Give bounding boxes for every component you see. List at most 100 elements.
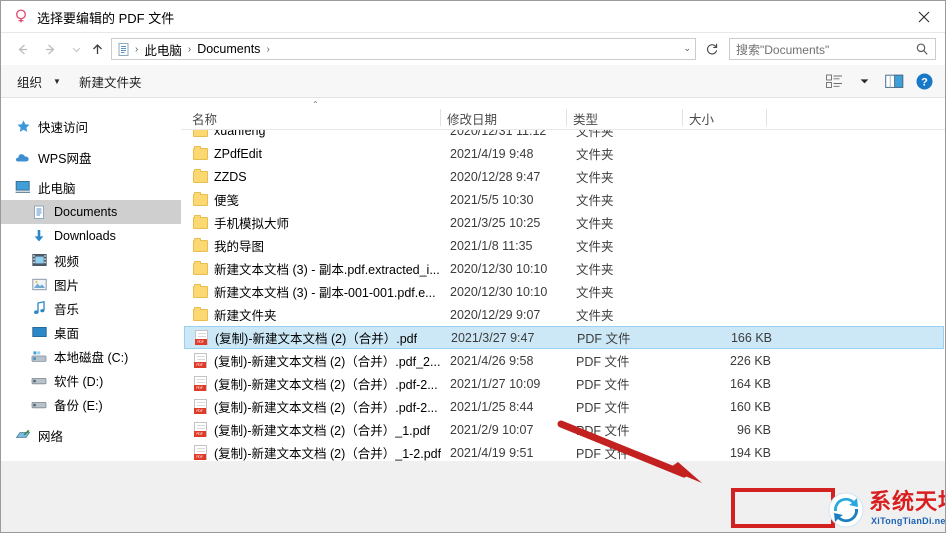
table-row[interactable]: 新建文件夹 2020/12/29 9:07 文件夹 bbox=[184, 303, 944, 326]
search-input[interactable]: 搜索"Documents" bbox=[729, 38, 936, 60]
table-row[interactable]: 手机模拟大师 2021/3/25 10:25 文件夹 bbox=[184, 211, 944, 234]
cell-type: PDF 文件 bbox=[576, 447, 630, 461]
table-row[interactable]: (复制)-新建文本文档 (2)（合并）.pdf-2... 2021/1/25 8:… bbox=[184, 395, 944, 418]
address-dropdown-icon[interactable]: ⌄ bbox=[683, 43, 691, 54]
monitor-icon bbox=[15, 179, 31, 195]
sidebar-item-network[interactable]: 网络 bbox=[1, 423, 181, 447]
column-header-name[interactable]: 名称 bbox=[192, 107, 217, 129]
table-row[interactable]: 我的导图 2021/1/8 11:35 文件夹 bbox=[184, 234, 944, 257]
pdf-icon bbox=[192, 399, 208, 415]
close-icon[interactable] bbox=[901, 1, 945, 32]
organize-button[interactable]: 组织 bbox=[17, 72, 42, 91]
table-row[interactable]: (复制)-新建文本文档 (2)（合并）.pdf-2... 2021/1/27 10… bbox=[184, 372, 944, 395]
cell-date: 2021/4/19 9:51 bbox=[450, 445, 534, 460]
view-options-icon[interactable] bbox=[819, 65, 849, 97]
sidebar-item-label: 视频 bbox=[54, 254, 80, 269]
cell-type: 文件夹 bbox=[576, 148, 614, 162]
forward-icon[interactable] bbox=[41, 40, 60, 59]
music-icon bbox=[31, 300, 47, 316]
table-row[interactable]: 新建文本文档 (3) - 副本.pdf.extracted_i... 2020/1… bbox=[184, 257, 944, 280]
address-bar[interactable]: › 此电脑 › Documents › ⌄ bbox=[111, 38, 696, 60]
folder-icon bbox=[192, 191, 208, 208]
column-headers: ⌃ 名称 修改日期 类型 大小 bbox=[181, 100, 945, 129]
cell-type: 文件夹 bbox=[576, 240, 614, 254]
video-icon bbox=[31, 252, 47, 268]
sidebar-item-videos[interactable]: 视频 bbox=[1, 248, 181, 272]
sidebar-item-label: 桌面 bbox=[54, 326, 80, 341]
view-options-caret-icon[interactable] bbox=[849, 65, 879, 97]
table-row[interactable]: 新建文本文档 (3) - 副本-001-001.pdf.e... 2020/12/… bbox=[184, 280, 944, 303]
download-icon bbox=[31, 228, 47, 244]
table-row[interactable]: (复制)-新建文本文档 (2)（合并）_1-2.pdf 2021/4/19 9:5… bbox=[184, 441, 944, 461]
sidebar-item-drive-d[interactable]: 软件 (D:) bbox=[1, 368, 181, 392]
table-row[interactable]: (复制)-新建文本文档 (2)（合并）.pdf_2... 2021/4/26 9:… bbox=[184, 349, 944, 372]
recent-locations-icon[interactable] bbox=[67, 40, 86, 59]
column-divider[interactable] bbox=[682, 109, 683, 126]
sidebar-item-label: 网络 bbox=[38, 429, 64, 444]
table-row[interactable]: (复制)-新建文本文档 (2)（合并）.pdf 2021/3/27 9:47 PDF… bbox=[184, 326, 944, 349]
chevron-down-icon[interactable]: ▼ bbox=[53, 77, 61, 86]
sidebar-item-downloads[interactable]: Downloads bbox=[1, 224, 181, 248]
command-bar-icons: ? bbox=[819, 65, 939, 97]
sidebar-item-local-disk-c[interactable]: 本地磁盘 (C:) bbox=[1, 344, 181, 368]
new-folder-button[interactable]: 新建文件夹 bbox=[79, 72, 142, 91]
cell-size: 96 KB bbox=[736, 422, 771, 437]
column-divider[interactable] bbox=[566, 109, 567, 126]
sidebar-item-pictures[interactable]: 图片 bbox=[1, 272, 181, 296]
breadcrumb-separator: › bbox=[187, 43, 192, 55]
column-divider[interactable] bbox=[440, 109, 441, 126]
help-icon[interactable]: ? bbox=[909, 65, 939, 97]
table-row[interactable]: (复制)-新建文本文档 (2)（合并）_1.pdf 2021/2/9 10:07 P… bbox=[184, 418, 944, 441]
column-divider[interactable] bbox=[766, 109, 767, 126]
column-header-type[interactable]: 类型 bbox=[573, 107, 598, 129]
cell-name: ZZDS bbox=[214, 169, 247, 184]
cell-size: 194 KB bbox=[729, 445, 771, 460]
cell-date: 2021/3/25 10:25 bbox=[450, 215, 541, 230]
preview-pane-icon[interactable] bbox=[879, 65, 909, 97]
disk-c-icon bbox=[31, 348, 47, 364]
sidebar-item-drive-e[interactable]: 备份 (E:) bbox=[1, 392, 181, 416]
breadcrumb-separator: › bbox=[266, 43, 270, 55]
refresh-icon[interactable] bbox=[701, 38, 723, 60]
cell-type: 文件夹 bbox=[576, 130, 614, 139]
sidebar-item-desktop[interactable]: 桌面 bbox=[1, 320, 181, 344]
cell-type: PDF 文件 bbox=[576, 378, 630, 392]
folder-icon bbox=[192, 260, 208, 277]
cloud-icon bbox=[15, 149, 31, 165]
table-row[interactable]: ZPdfEdit 2021/4/19 9:48 文件夹 bbox=[184, 142, 944, 165]
star-icon bbox=[15, 118, 31, 134]
table-row[interactable]: 便笺 2021/5/5 10:30 文件夹 bbox=[184, 188, 944, 211]
column-header-size[interactable]: 大小 bbox=[689, 107, 714, 129]
cell-name: (复制)-新建文本文档 (2)（合并）_1-2.pdf bbox=[214, 447, 442, 461]
search-icon bbox=[915, 42, 929, 59]
cell-name: (复制)-新建文本文档 (2)（合并）.pdf-2... bbox=[214, 401, 438, 415]
up-icon[interactable] bbox=[88, 40, 107, 59]
sidebar-item-label: Downloads bbox=[54, 229, 116, 243]
cell-type: PDF 文件 bbox=[576, 401, 630, 415]
sidebar-item-wps-cloud[interactable]: WPS网盘 bbox=[1, 145, 181, 169]
pdf-icon bbox=[192, 376, 208, 392]
back-icon[interactable] bbox=[13, 40, 32, 59]
breadcrumb-documents[interactable]: Documents bbox=[195, 42, 262, 56]
sidebar-item-this-pc[interactable]: 此电脑 bbox=[1, 175, 181, 199]
desktop-icon bbox=[31, 324, 47, 340]
column-header-date[interactable]: 修改日期 bbox=[447, 107, 497, 129]
sidebar-item-documents[interactable]: Documents bbox=[1, 200, 181, 224]
drive-icon bbox=[31, 396, 47, 412]
pdf-icon bbox=[192, 445, 208, 461]
cell-name: (复制)-新建文本文档 (2)（合并）.pdf_2... bbox=[214, 355, 441, 369]
cell-size: 160 KB bbox=[729, 399, 771, 414]
sidebar-item-label: Documents bbox=[54, 205, 118, 219]
table-row[interactable]: ZZDS 2020/12/28 9:47 文件夹 bbox=[184, 165, 944, 188]
cell-date: 2021/4/19 9:48 bbox=[450, 146, 534, 161]
file-list[interactable]: xuanfeng 2020/12/31 11:12 文件夹 ZPdfEdit 2021/… bbox=[181, 130, 945, 461]
cell-date: 2021/5/5 10:30 bbox=[450, 192, 534, 207]
sidebar-item-quick-access[interactable]: 快速访问 bbox=[1, 114, 181, 138]
sidebar-item-music[interactable]: 音乐 bbox=[1, 296, 181, 320]
folder-icon bbox=[192, 306, 208, 323]
folder-icon bbox=[192, 214, 208, 231]
table-row[interactable]: xuanfeng 2020/12/31 11:12 文件夹 bbox=[184, 130, 944, 142]
sidebar-item-label: 音乐 bbox=[54, 302, 80, 317]
breadcrumb-this-pc[interactable]: 此电脑 bbox=[142, 40, 184, 59]
picture-icon bbox=[31, 276, 47, 292]
